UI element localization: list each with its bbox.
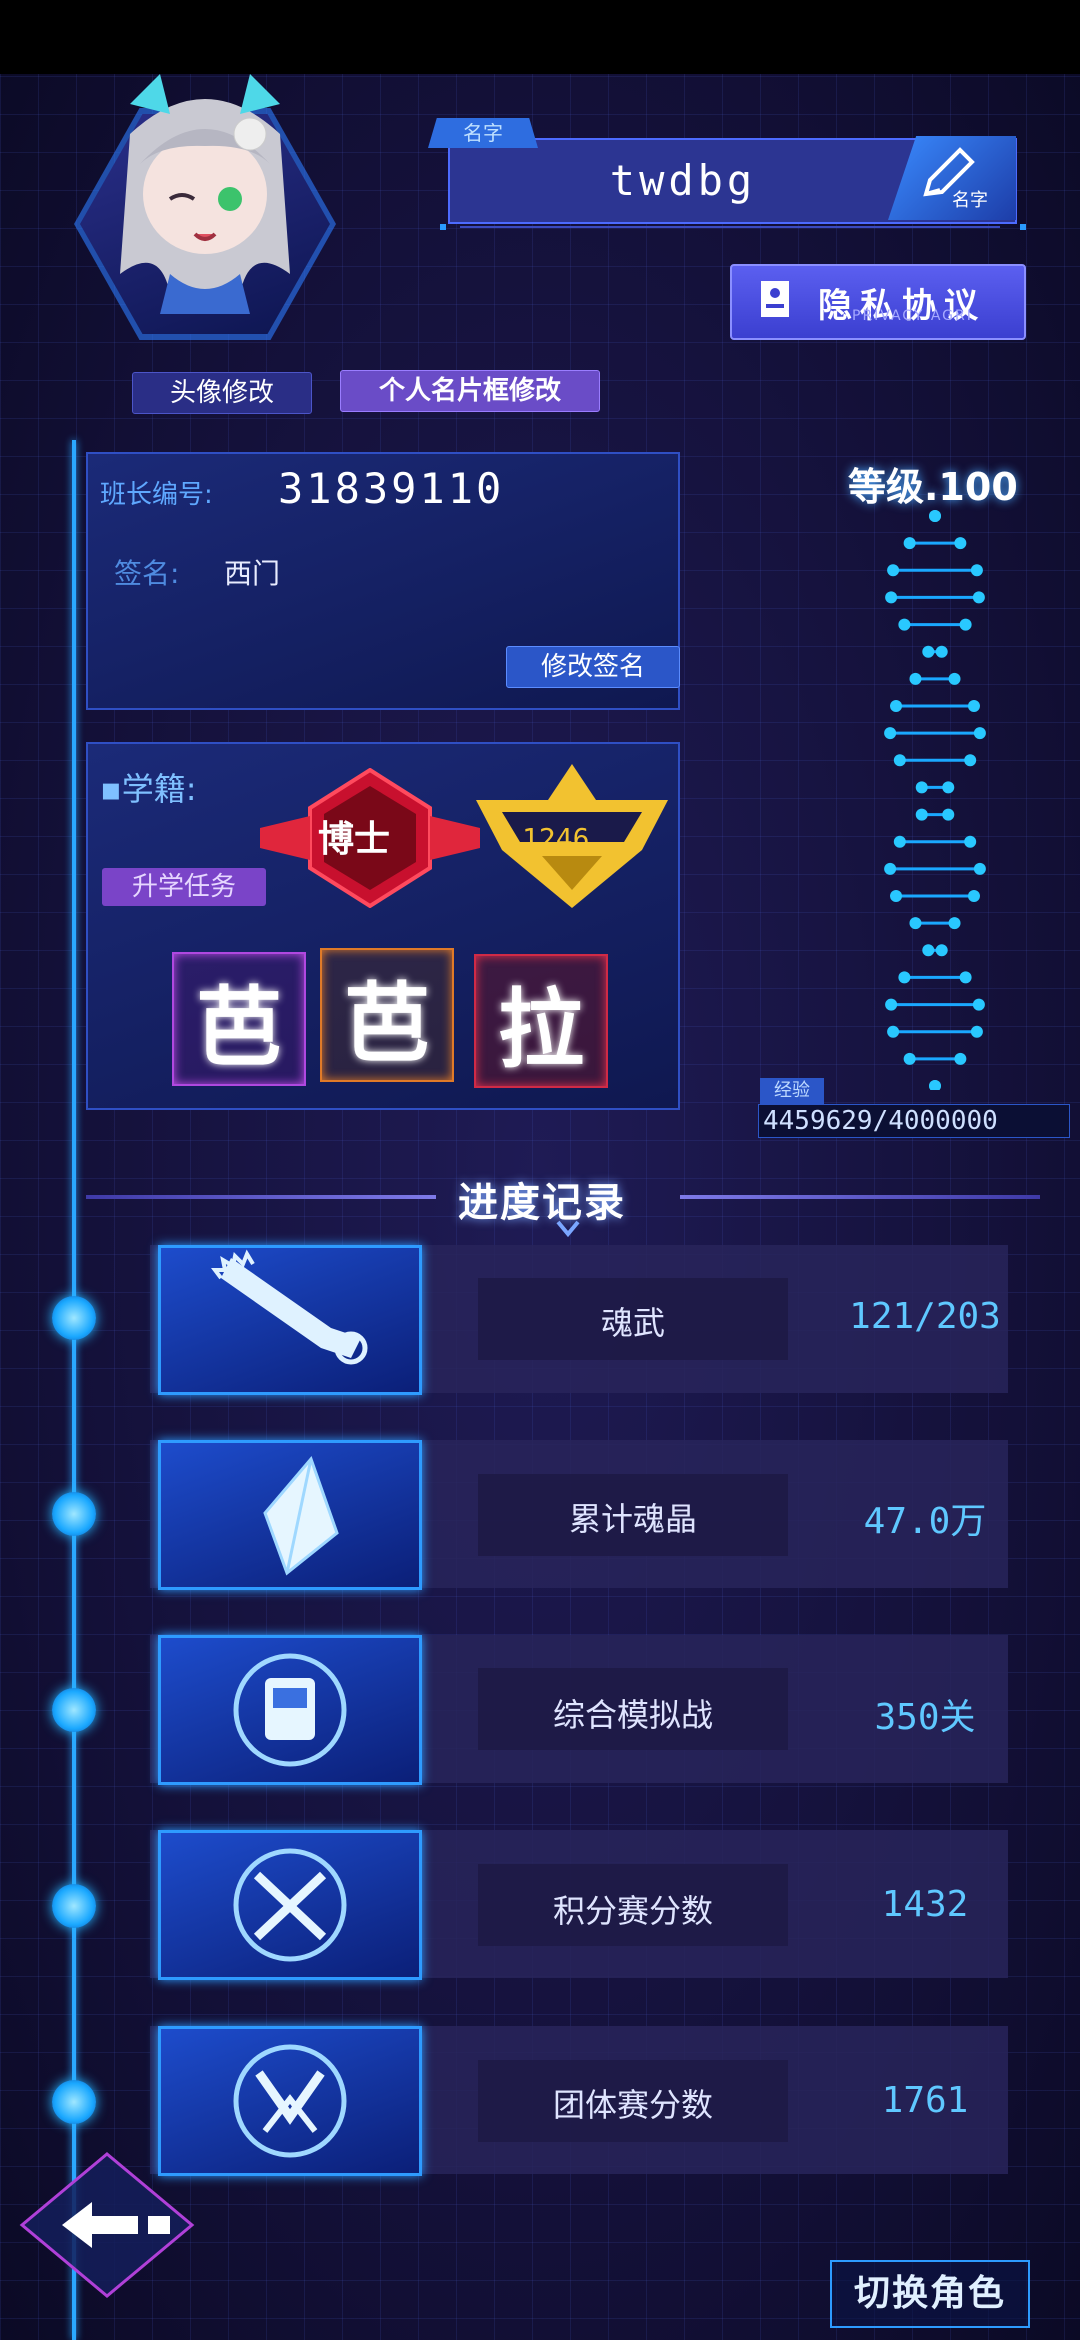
dna-node bbox=[884, 862, 897, 875]
row-value: 1432 bbox=[881, 1884, 969, 1925]
dna-node bbox=[893, 835, 906, 848]
dna-node bbox=[959, 971, 972, 984]
signature-value: 西门 bbox=[224, 557, 281, 590]
dna-node bbox=[884, 727, 897, 740]
dna-node bbox=[972, 591, 985, 604]
dna-node bbox=[887, 1025, 900, 1038]
name-character-1: 芭 bbox=[172, 952, 306, 1086]
row-label: 累计魂晶 bbox=[568, 1500, 697, 1538]
progress-divider-right bbox=[680, 1195, 1040, 1199]
dna-node bbox=[893, 754, 906, 767]
progress-title: 进度记录 bbox=[458, 1180, 626, 1226]
crystal-icon bbox=[158, 1440, 422, 1590]
row-value: 47.0万 bbox=[863, 1501, 987, 1542]
avatar-edit-button[interactable]: 头像修改 bbox=[132, 372, 312, 414]
chainsaw-icon bbox=[158, 1245, 422, 1395]
dna-node bbox=[885, 998, 898, 1011]
dna-node bbox=[890, 700, 903, 712]
crossed-rifles-icon bbox=[158, 1830, 422, 1980]
name-plate-decoration bbox=[440, 224, 1026, 230]
dna-node bbox=[948, 672, 961, 685]
dna-node bbox=[915, 808, 928, 821]
dna-node bbox=[909, 917, 922, 930]
exp-label: 经验 bbox=[760, 1078, 824, 1104]
dna-node bbox=[929, 510, 941, 522]
dna-node bbox=[954, 537, 967, 550]
rank-number: 1246 bbox=[522, 822, 590, 855]
dna-node bbox=[964, 754, 977, 767]
timeline-dot bbox=[52, 1296, 96, 1340]
dna-node bbox=[898, 618, 911, 631]
status-bar bbox=[0, 0, 1080, 74]
promotion-task-button[interactable]: 升学任务 bbox=[102, 868, 266, 906]
dna-node bbox=[909, 672, 922, 685]
school-label: ▪学籍: bbox=[100, 770, 197, 808]
dna-node bbox=[973, 727, 986, 740]
dna-node bbox=[903, 537, 916, 550]
switch-character-button[interactable]: 切换角色 bbox=[830, 2260, 1030, 2328]
dna-node bbox=[959, 618, 972, 631]
dna-node bbox=[954, 1052, 967, 1065]
dna-node bbox=[887, 564, 900, 577]
dna-node bbox=[942, 808, 955, 821]
dna-node bbox=[948, 917, 961, 930]
row-value: 1761 bbox=[881, 2080, 969, 2121]
dna-node bbox=[890, 890, 903, 902]
row-label: 积分赛分数 bbox=[552, 1892, 713, 1930]
timeline-dot bbox=[52, 1688, 96, 1732]
timeline-dot bbox=[52, 1884, 96, 1928]
row-value: 350关 bbox=[874, 1697, 976, 1738]
privacy-sublabel: PRIVACY AGRI bbox=[852, 308, 973, 324]
rank-title: 博士 bbox=[318, 819, 391, 860]
scroll-icon bbox=[158, 1635, 422, 1785]
dna-helix-icon bbox=[884, 510, 986, 1090]
dna-node bbox=[903, 1052, 916, 1065]
id-label: 班长编号: bbox=[100, 480, 213, 510]
edit-signature-button[interactable]: 修改签名 bbox=[506, 646, 680, 688]
dna-node bbox=[970, 1025, 983, 1038]
dna-node bbox=[964, 835, 977, 848]
level-label: 等级.100 bbox=[848, 465, 1018, 509]
exp-value: 4459629/4000000 bbox=[758, 1104, 1070, 1138]
frame-edit-button[interactable]: 个人名片框修改 bbox=[340, 370, 600, 412]
dna-node bbox=[967, 700, 980, 712]
dna-node bbox=[935, 944, 948, 957]
avatar[interactable] bbox=[60, 74, 350, 344]
edit-name-label: 名字 bbox=[952, 190, 988, 211]
timeline-line bbox=[72, 440, 76, 2340]
signature-label: 签名: bbox=[114, 557, 180, 590]
player-name: twdbg bbox=[609, 156, 757, 205]
row-label: 综合模拟战 bbox=[552, 1696, 713, 1734]
dna-node bbox=[885, 591, 898, 604]
dna-node bbox=[942, 781, 955, 794]
avatar-character-icon bbox=[120, 74, 290, 314]
chevron-down-icon bbox=[556, 1220, 580, 1238]
id-value: 31839110 bbox=[278, 464, 505, 513]
dna-node bbox=[972, 998, 985, 1011]
name-character-3: 拉 bbox=[474, 954, 608, 1088]
row-label: 魂武 bbox=[600, 1304, 665, 1342]
crossed-swords-icon bbox=[158, 2026, 422, 2176]
row-label: 团体赛分数 bbox=[552, 2086, 713, 2124]
timeline-dot bbox=[52, 2080, 96, 2124]
dna-node bbox=[922, 645, 935, 658]
progress-divider-left bbox=[86, 1195, 436, 1199]
dna-node bbox=[935, 645, 948, 658]
dna-node bbox=[973, 862, 986, 875]
name-character-2: 芭 bbox=[320, 948, 454, 1082]
dna-node bbox=[898, 971, 911, 984]
dna-node bbox=[922, 944, 935, 957]
document-icon bbox=[761, 281, 789, 317]
row-value: 121/203 bbox=[849, 1296, 1001, 1337]
dna-node bbox=[915, 781, 928, 794]
timeline-dot bbox=[52, 1492, 96, 1536]
dna-node bbox=[967, 890, 980, 902]
dna-node bbox=[970, 564, 983, 577]
back-button[interactable] bbox=[18, 2150, 196, 2300]
dna-node bbox=[929, 1080, 941, 1090]
